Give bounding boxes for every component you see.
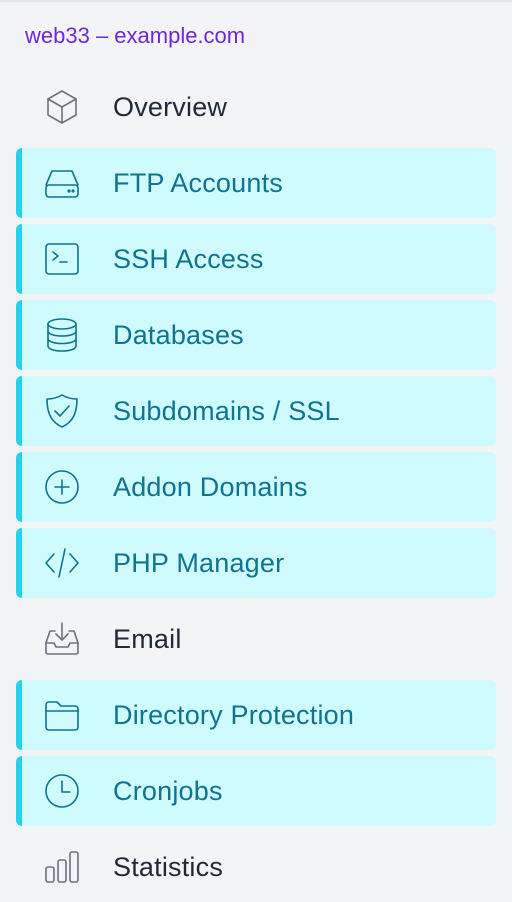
- plus-circle-icon: [42, 467, 82, 507]
- sidebar-item-directory-protection[interactable]: Directory Protection: [16, 680, 496, 750]
- sidebar-item-label: Subdomains / SSL: [113, 396, 340, 426]
- sidebar-item-label: Addon Domains: [113, 472, 308, 502]
- inbox-download-icon: [42, 619, 82, 659]
- sidebar-item-email[interactable]: Email: [16, 604, 496, 674]
- sidebar-item-label: SSH Access: [113, 244, 264, 274]
- code-icon: [42, 543, 82, 583]
- sidebar-item-label: Cronjobs: [113, 776, 223, 806]
- database-icon: [42, 315, 82, 355]
- sidebar-item-label: Directory Protection: [113, 700, 355, 730]
- site-link[interactable]: web33 – example.com: [25, 22, 245, 50]
- cube-icon: [42, 87, 82, 127]
- sidebar-item-overview[interactable]: Overview: [16, 72, 496, 142]
- sidebar-item-label: FTP Accounts: [113, 168, 283, 198]
- sidebar-item-subdomains-ssl[interactable]: Subdomains / SSL: [16, 376, 496, 446]
- clock-icon: [42, 771, 82, 811]
- sidebar-item-label: Databases: [113, 320, 244, 350]
- sidebar-item-ftp-accounts[interactable]: FTP Accounts: [16, 148, 496, 218]
- shield-check-icon: [42, 391, 82, 431]
- folder-icon: [42, 695, 82, 735]
- bar-chart-icon: [42, 847, 82, 887]
- sidebar-item-label: PHP Manager: [113, 548, 285, 578]
- sidebar-item-statistics[interactable]: Statistics: [16, 832, 496, 902]
- sidebar-menu: Overview FTP Accounts SSH Access Databas…: [16, 72, 496, 902]
- sidebar-item-php-manager[interactable]: PHP Manager: [16, 528, 496, 598]
- sidebar-panel: web33 – example.com Overview FTP Account…: [0, 0, 512, 902]
- sidebar-item-databases[interactable]: Databases: [16, 300, 496, 370]
- sidebar-item-label: Statistics: [113, 852, 224, 882]
- terminal-icon: [42, 239, 82, 279]
- sidebar-item-addon-domains[interactable]: Addon Domains: [16, 452, 496, 522]
- hard-drive-icon: [42, 163, 82, 203]
- sidebar-item-label: Email: [113, 624, 182, 654]
- sidebar-item-cronjobs[interactable]: Cronjobs: [16, 756, 496, 826]
- sidebar-item-ssh-access[interactable]: SSH Access: [16, 224, 496, 294]
- sidebar-item-label: Overview: [113, 92, 228, 122]
